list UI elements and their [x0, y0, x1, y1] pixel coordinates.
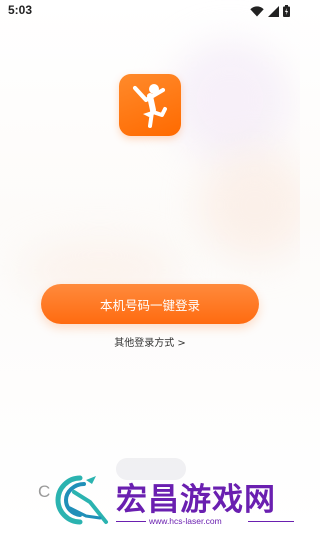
status-time: 5:03 — [8, 3, 33, 17]
status-icons — [250, 4, 290, 18]
app-logo — [119, 74, 181, 136]
wifi-icon — [250, 5, 264, 17]
watermark-title: 宏昌游戏网 — [116, 482, 276, 518]
signal-icon — [268, 5, 279, 17]
partial-glyph: C — [38, 482, 51, 501]
dancer-icon — [132, 84, 167, 128]
dragon-logo-icon — [55, 475, 108, 525]
background-decoration — [200, 150, 300, 260]
watermark-divider — [248, 521, 294, 522]
watermark: 宏昌游戏网 www.hcs-laser.com — [50, 472, 300, 530]
status-bar: 5:03 — [0, 0, 300, 22]
other-login-methods-link[interactable]: 其他登录方式 > — [0, 334, 300, 349]
watermark-url: www.hcs-laser.com — [149, 516, 222, 526]
watermark-divider — [116, 521, 146, 522]
one-click-login-button[interactable]: 本机号码一键登录 — [41, 284, 259, 324]
battery-icon — [283, 5, 290, 17]
login-screen: 5:03 本机号码一键登录 其他登录方式 > C 宏昌游戏网 www.hcs-l… — [0, 0, 300, 533]
background-decoration — [170, 40, 290, 160]
